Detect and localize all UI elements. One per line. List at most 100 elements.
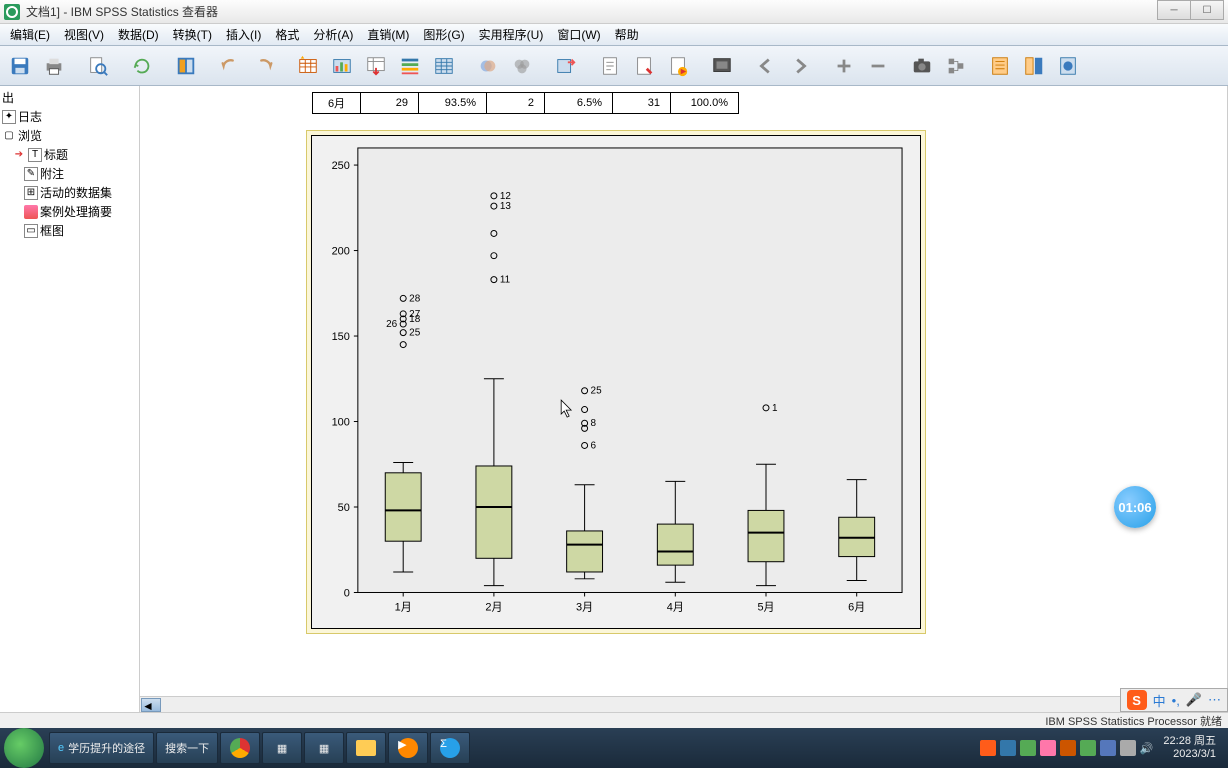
ime-bar[interactable]: S 中 •, 🎤 ⋯ [1120,688,1228,712]
outline-out[interactable]: 出 [2,88,137,107]
tray-icon[interactable] [1020,740,1036,756]
tray-flag-icon[interactable] [1120,740,1136,756]
minus-icon[interactable] [862,51,894,81]
svg-text:18: 18 [409,314,421,325]
outline-caseproc[interactable]: 案例处理摘要 [2,202,137,221]
tray-shield-icon[interactable] [1060,740,1076,756]
taskbar-grid2[interactable]: ▦ [304,732,344,764]
goto-case-icon[interactable] [170,51,202,81]
menu-direct[interactable]: 直销(M) [361,24,415,45]
sogou-icon[interactable]: S [1127,690,1147,710]
outline-notes[interactable]: ✎附注 [2,164,137,183]
timer-badge[interactable]: 01:06 [1114,486,1156,528]
scroll-left-icon[interactable]: ◄ [141,698,161,712]
reload-icon[interactable] [126,51,158,81]
taskbar-chrome[interactable] [220,732,260,764]
output-list-icon[interactable] [984,51,1016,81]
doc-icon[interactable] [594,51,626,81]
outline-boxplot[interactable]: ▭框图 [2,221,137,240]
save-icon[interactable] [4,51,36,81]
data-select-icon[interactable] [428,51,460,81]
data-list-icon[interactable] [394,51,426,81]
tray-sogou-icon[interactable] [980,740,996,756]
window-title: 文档1] - IBM SPSS Statistics 查看器 [26,3,218,20]
outline-log[interactable]: ✦日志 [2,107,137,126]
horizontal-scrollbar[interactable]: ◄ ► [140,696,1227,712]
taskbar-explorer[interactable] [346,732,386,764]
svg-text:3月: 3月 [576,601,593,613]
summary-table[interactable]: 6月 29 93.5% 2 6.5% 31 100.0% [312,92,1227,114]
tree-icon[interactable] [940,51,972,81]
preview-icon[interactable] [82,51,114,81]
menu-window[interactable]: 窗口(W) [551,24,606,45]
arrow-left-icon[interactable] [750,51,782,81]
status-text: IBM SPSS Statistics Processor 就绪 [1045,713,1222,729]
arrow-right-icon[interactable] [784,51,816,81]
mic-icon[interactable]: 🎤 [1186,692,1202,708]
menu-analyze[interactable]: 分析(A) [307,24,359,45]
redo-icon[interactable] [248,51,280,81]
screen-icon[interactable] [706,51,738,81]
output-split-icon[interactable] [1018,51,1050,81]
insert-chart-icon[interactable] [326,51,358,81]
undo-icon[interactable] [214,51,246,81]
camera-icon[interactable] [906,51,938,81]
outline-title[interactable]: ➔T标题 [2,145,137,164]
outline-pane[interactable]: 出 ✦日志 ▢浏览 ➔T标题 ✎附注 ⊞活动的数据集 案例处理摘要 ▭框图 [0,86,140,712]
boxplot-chart[interactable]: 0501001502002501月2月3月4月5月6月2827182625121… [306,130,926,634]
menu-view[interactable]: 视图(V) [58,24,110,45]
venn-icon[interactable] [472,51,504,81]
tray-network-icon[interactable] [1100,740,1116,756]
tray-icon[interactable] [1040,740,1056,756]
menu-transform[interactable]: 转换(T) [167,24,218,45]
output-page-icon[interactable] [1052,51,1084,81]
menu-edit[interactable]: 编辑(E) [4,24,56,45]
taskbar-grid1[interactable]: ▦ [262,732,302,764]
viewer-pane: 6月 29 93.5% 2 6.5% 31 100.0% 05010015020… [140,86,1228,712]
app-icon [4,4,20,20]
table-cell: 29 [361,93,419,114]
data-down-icon[interactable] [360,51,392,81]
menu-data[interactable]: 数据(D) [112,24,165,45]
designate-icon[interactable] [550,51,582,81]
menu-help[interactable]: 帮助 [609,24,645,45]
doc-run-icon[interactable] [662,51,694,81]
outline-browse[interactable]: ▢浏览 [2,126,137,145]
ime-more-icon[interactable]: ⋯ [1208,692,1221,708]
insert-table-icon[interactable] [292,51,324,81]
venn3-icon[interactable] [506,51,538,81]
log-icon: ✦ [2,110,16,124]
tray-volume-icon[interactable]: 🔊 [1140,742,1154,755]
arrow-icon: ➔ [12,148,26,162]
start-button[interactable] [4,728,44,768]
outline-dataset[interactable]: ⊞活动的数据集 [2,183,137,202]
maximize-button[interactable]: ☐ [1190,0,1224,20]
taskbar-search[interactable]: 搜索一下 [156,732,218,764]
svg-text:13: 13 [500,201,512,212]
taskbar-media[interactable]: ▶ [388,732,428,764]
title-icon: T [28,148,42,162]
doc-edit-icon[interactable] [628,51,660,81]
boxplot-svg: 0501001502002501月2月3月4月5月6月2827182625121… [312,136,920,628]
menu-format[interactable]: 格式 [269,24,305,45]
minimize-button[interactable]: ─ [1157,0,1191,20]
system-tray[interactable]: 🔊 22:28 周五 2023/3/1 [974,735,1228,761]
folder-icon: ▢ [2,129,16,143]
tray-icon[interactable] [1000,740,1016,756]
menu-insert[interactable]: 插入(I) [220,24,267,45]
print-icon[interactable] [38,51,70,81]
ime-punct[interactable]: •, [1172,693,1180,708]
plus-icon[interactable] [828,51,860,81]
ime-lang[interactable]: 中 [1153,691,1166,710]
tray-icon[interactable] [1080,740,1096,756]
sigma-icon: Σ [440,738,460,758]
menu-graphs[interactable]: 图形(G) [417,24,470,45]
taskbar-ie[interactable]: e 学历提升的途径 [49,732,154,764]
folder-icon [356,740,376,756]
svg-text:5月: 5月 [757,601,774,613]
table-cell: 100.0% [671,93,739,114]
taskbar-spss[interactable]: Σ [430,732,470,764]
menu-util[interactable]: 实用程序(U) [473,24,550,45]
taskbar-clock[interactable]: 22:28 周五 2023/3/1 [1157,735,1222,761]
table-cell: 31 [613,93,671,114]
